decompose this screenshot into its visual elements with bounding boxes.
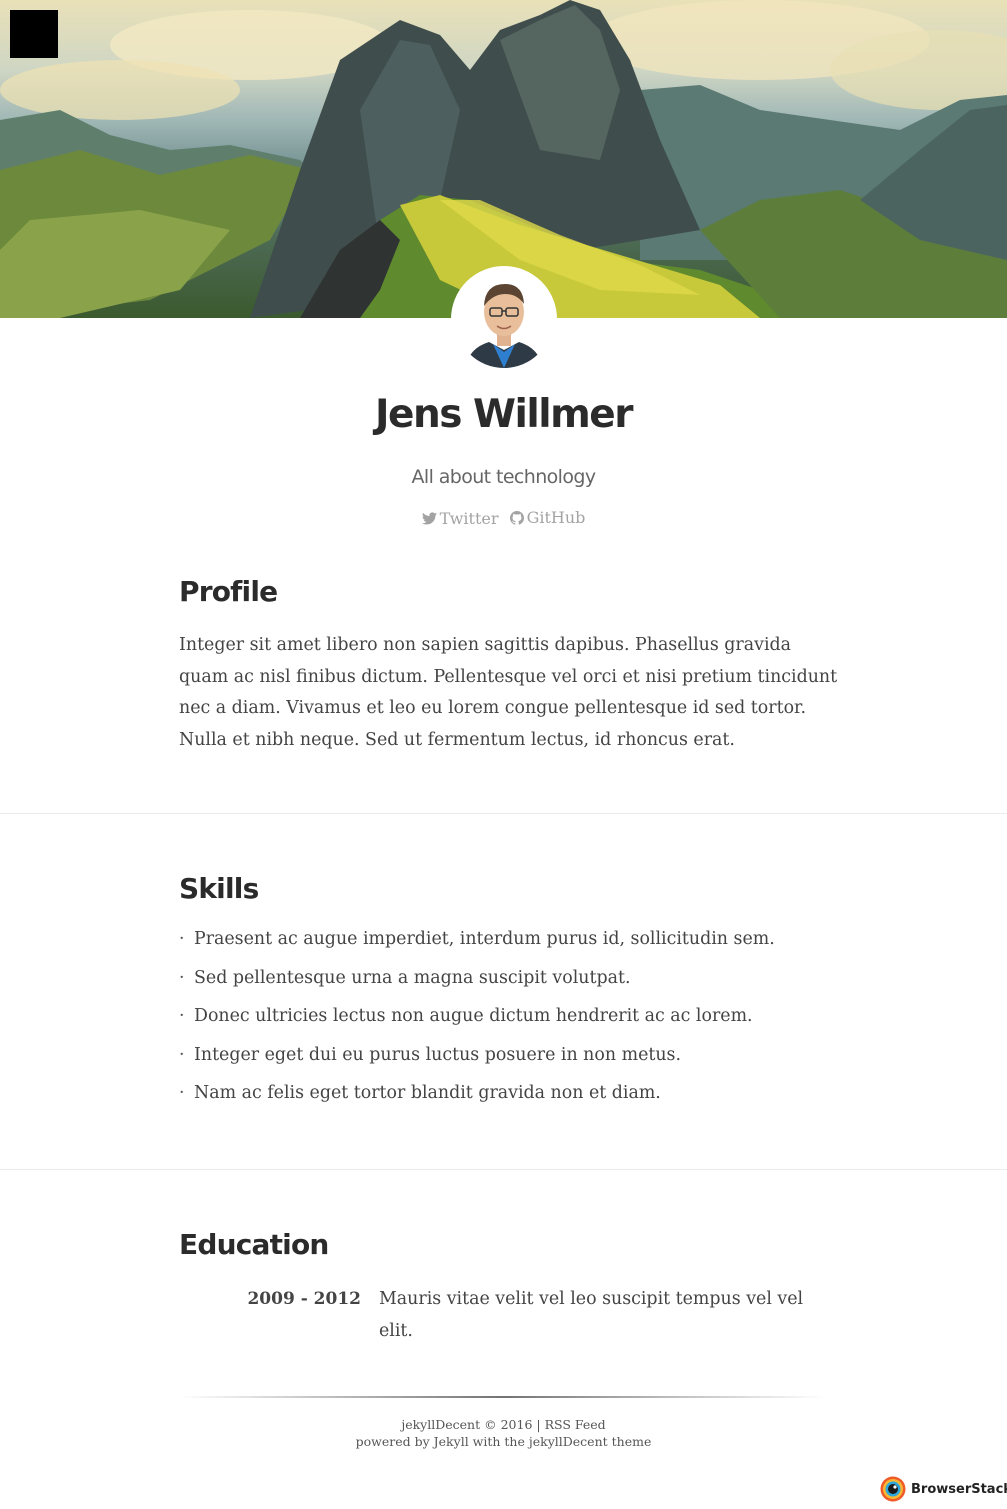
github-icon <box>509 510 524 525</box>
twitter-label: Twitter <box>439 508 499 528</box>
profile-heading: Profile <box>179 575 278 608</box>
profile-photo <box>455 270 553 368</box>
footer-brand-link[interactable]: jekyllDecent <box>401 1417 480 1432</box>
section-divider <box>0 813 1007 814</box>
education-years: 2009 - 2012 <box>247 1289 361 1309</box>
social-links: Twitter GitHub <box>0 508 1007 529</box>
footer-line-1: jekyllDecent © 2016 | RSS Feed <box>0 1416 1007 1433</box>
github-link[interactable]: GitHub <box>509 508 586 527</box>
github-label: GitHub <box>526 508 586 527</box>
footer-powered: powered by Jekyll with the jekyllDecent … <box>355 1434 652 1449</box>
footer-copyright: © 2016 <box>484 1417 533 1432</box>
site-title: Jens Willmer <box>375 392 633 437</box>
list-item: · Sed pellentesque urna a magna suscipit … <box>179 967 631 988</box>
profile-text: Integer sit amet libero non sapien sagit… <box>179 635 838 750</box>
browserstack-badge: BrowserStack <box>880 1476 1007 1502</box>
skills-heading: Skills <box>179 872 259 905</box>
site-tagline: All about technology <box>411 466 597 488</box>
rss-feed-link[interactable]: RSS Feed <box>545 1417 606 1432</box>
education-entry: 2009 - 2012 Mauris vitae velit vel leo s… <box>179 1284 839 1347</box>
list-item: · Integer eget dui eu purus luctus posuer… <box>179 1044 681 1065</box>
footer-separator: | <box>536 1417 541 1432</box>
education-heading: Education <box>179 1228 329 1261</box>
list-item: · Donec ultricies lectus non augue dictum… <box>179 1006 753 1026</box>
skills-list: · Praesent ac augue imperdiet, interdum p… <box>179 928 839 1121</box>
twitter-icon <box>421 511 437 524</box>
list-item: · Nam ac felis eget tortor blandit gravid… <box>179 1083 661 1103</box>
list-item: · Praesent ac augue imperdiet, interdum p… <box>179 929 775 949</box>
education-description: Mauris vitae velit vel leo suscipit temp… <box>379 1289 804 1341</box>
twitter-link[interactable]: Twitter <box>421 508 499 528</box>
menu-button[interactable] <box>10 10 58 58</box>
browserstack-logo-icon <box>880 1476 906 1502</box>
browserstack-label: BrowserStack <box>911 1481 1007 1497</box>
avatar <box>451 266 557 372</box>
footer: jekyllDecent © 2016 | RSS Feed powered b… <box>0 1416 1007 1450</box>
section-divider <box>0 1169 1007 1170</box>
footer-divider <box>180 1396 825 1398</box>
